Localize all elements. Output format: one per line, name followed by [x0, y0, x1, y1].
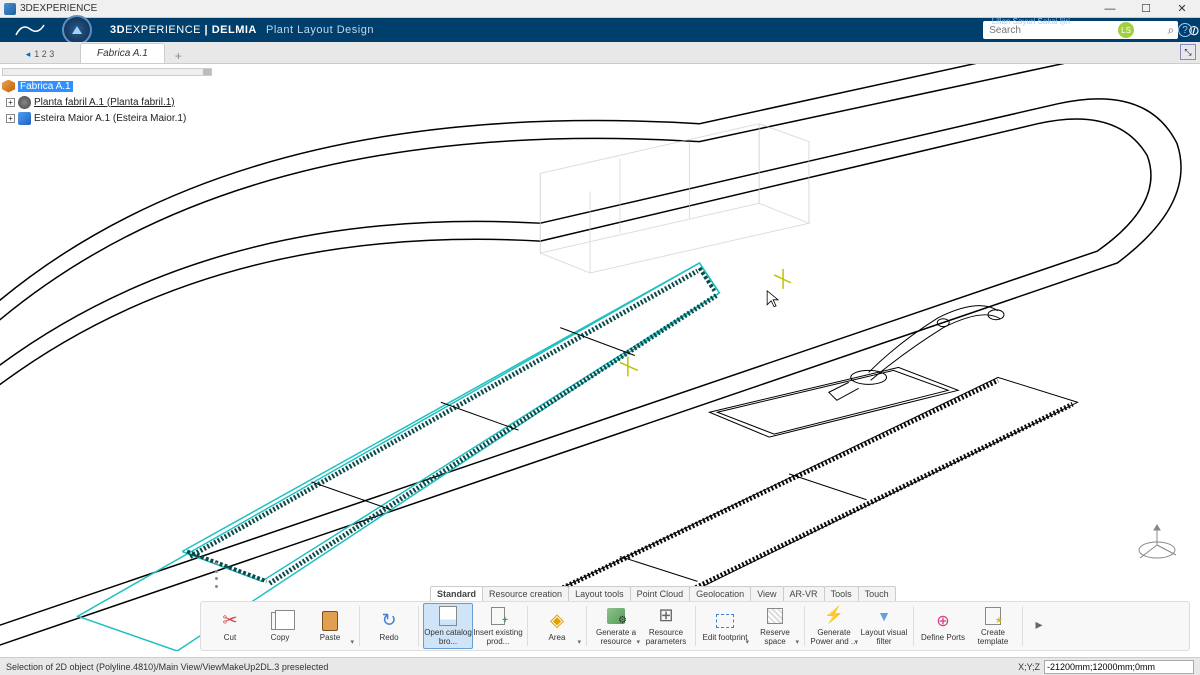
- document-tabbar: ◂ 1 2 3 Fabrica A.1 + ⤡: [0, 42, 1200, 64]
- window-titlebar: 3DEXPERIENCE — ☐ ✕: [0, 0, 1200, 18]
- brand-prefix: 3D: [110, 24, 125, 36]
- ribbon-tabs: Standard Resource creation Layout tools …: [430, 586, 895, 601]
- coord-input[interactable]: [1044, 660, 1194, 674]
- window-title: 3DEXPERIENCE: [20, 3, 97, 14]
- chevron-down-icon[interactable]: ▾: [577, 639, 581, 647]
- generate-resource-button[interactable]: Generate a resource▾: [591, 603, 641, 649]
- app-name: Plant Layout Design: [266, 24, 374, 36]
- tab-fabrica[interactable]: Fabrica A.1: [80, 43, 165, 63]
- add-icon[interactable]: +: [1142, 22, 1150, 38]
- generate-power-button[interactable]: Generate Power and ...▾: [809, 603, 859, 649]
- insert-icon: [491, 607, 505, 625]
- expand-icon[interactable]: +: [6, 98, 15, 107]
- redo-button[interactable]: Redo: [364, 603, 414, 649]
- footprint-icon: [716, 614, 734, 628]
- open-catalog-button[interactable]: Open catalog bro...: [423, 603, 473, 649]
- copy-icon: [271, 612, 289, 630]
- add-tab-button[interactable]: +: [171, 49, 186, 63]
- tab-touch[interactable]: Touch: [858, 586, 896, 601]
- brand-suite: DELMIA: [212, 24, 257, 36]
- tab-point-cloud[interactable]: Point Cloud: [630, 586, 691, 601]
- paste-icon: [322, 611, 338, 631]
- tab-resource-creation[interactable]: Resource creation: [482, 586, 569, 601]
- tree-node-esteira[interactable]: + Esteira Maior A.1 (Esteira Maior.1): [6, 110, 212, 126]
- tree-root-label: Fabrica A.1: [18, 81, 73, 92]
- edit-footprint-button[interactable]: Edit footprint▾: [700, 603, 750, 649]
- chevron-down-icon[interactable]: ▾: [854, 639, 858, 647]
- close-button[interactable]: ✕: [1168, 1, 1196, 17]
- brand-divider: |: [201, 24, 212, 36]
- tree-node-label: Planta fabril A.1 (Planta fabril.1): [34, 97, 175, 108]
- user-menu[interactable]: CSP_lilians ˅: [1050, 25, 1110, 36]
- chevron-down-icon[interactable]: ▾: [795, 639, 799, 647]
- part-icon: [18, 96, 31, 109]
- tab-standard[interactable]: Standard: [430, 586, 483, 601]
- reserve-space-button[interactable]: Reserve space▾: [750, 603, 800, 649]
- area-icon: [546, 610, 568, 632]
- parameters-icon: [655, 605, 677, 627]
- tree-node-planta[interactable]: + Planta fabril A.1 (Planta fabril.1): [6, 94, 212, 110]
- user-avatar[interactable]: LS: [1118, 22, 1134, 38]
- ribbon-toolbar: Cut Copy Paste▾ Redo Open catalog bro...…: [200, 601, 1190, 651]
- space-icon: [767, 608, 783, 624]
- coord-label: X;Y;Z: [1018, 662, 1040, 672]
- chevron-down-icon[interactable]: ▾: [636, 639, 640, 647]
- minimize-button[interactable]: —: [1096, 1, 1124, 17]
- viewport-3d[interactable]: [0, 64, 1200, 651]
- panel-grip[interactable]: [215, 560, 219, 590]
- area-button[interactable]: Area▾: [532, 603, 582, 649]
- layout-filter-button[interactable]: Layout visual filter: [859, 603, 909, 649]
- app-icon: [4, 3, 16, 15]
- chevron-down-icon[interactable]: ▾: [745, 639, 749, 647]
- tab-tools[interactable]: Tools: [824, 586, 859, 601]
- ports-icon: [935, 613, 951, 629]
- ds-logo[interactable]: [0, 18, 60, 42]
- power-icon: [823, 605, 845, 627]
- resource-parameters-button[interactable]: Resource parameters: [641, 603, 691, 649]
- tab-geolocation[interactable]: Geolocation: [689, 586, 751, 601]
- tab-view[interactable]: View: [750, 586, 783, 601]
- model-tree[interactable]: Fabrica A.1 + Planta fabril A.1 (Planta …: [2, 68, 212, 126]
- share-icon[interactable]: ↗: [1158, 22, 1170, 39]
- status-message: Selection of 2D object (Polyline.4810)/M…: [6, 662, 328, 672]
- insert-product-button[interactable]: Insert existing prod...: [473, 603, 523, 649]
- generate-icon: [607, 608, 625, 624]
- help-icon[interactable]: ?: [1178, 23, 1192, 37]
- define-ports-button[interactable]: Define Ports: [918, 603, 968, 649]
- catalog-icon: [439, 606, 457, 626]
- chevron-down-icon[interactable]: ▾: [350, 639, 354, 647]
- copy-button[interactable]: Copy: [255, 603, 305, 649]
- paste-button[interactable]: Paste▾: [305, 603, 355, 649]
- scissors-icon: [219, 610, 241, 632]
- product-icon: [2, 80, 15, 93]
- tree-slider[interactable]: [2, 68, 212, 76]
- tab-layout-tools[interactable]: Layout tools: [568, 586, 631, 601]
- status-bar: Selection of 2D object (Polyline.4810)/M…: [0, 657, 1200, 675]
- maximize-button[interactable]: ☐: [1132, 1, 1160, 17]
- nav-numbers[interactable]: ◂ 1 2 3: [0, 45, 80, 63]
- create-template-button[interactable]: Create template: [968, 603, 1018, 649]
- compass-button[interactable]: [62, 15, 92, 45]
- brand-suffix: EXPERIENCE: [125, 24, 201, 36]
- tree-node-label: Esteira Maior A.1 (Esteira Maior.1): [34, 113, 186, 124]
- tab-ar-vr[interactable]: AR-VR: [783, 586, 825, 601]
- collapse-button[interactable]: ⤡: [1180, 44, 1196, 60]
- conveyor-icon: [18, 112, 31, 125]
- cut-button[interactable]: Cut: [205, 603, 255, 649]
- more-icon: [1028, 614, 1050, 636]
- brand-bar: 3DEXPERIENCE | DELMIA Plant Layout Desig…: [0, 18, 1200, 42]
- template-icon: [985, 607, 1001, 625]
- expand-icon[interactable]: +: [6, 114, 15, 123]
- tree-root[interactable]: Fabrica A.1: [2, 78, 212, 94]
- filter-icon: [873, 605, 895, 627]
- redo-icon: [378, 610, 400, 632]
- view-compass[interactable]: [1132, 520, 1182, 570]
- more-tools-button[interactable]: [1027, 603, 1051, 649]
